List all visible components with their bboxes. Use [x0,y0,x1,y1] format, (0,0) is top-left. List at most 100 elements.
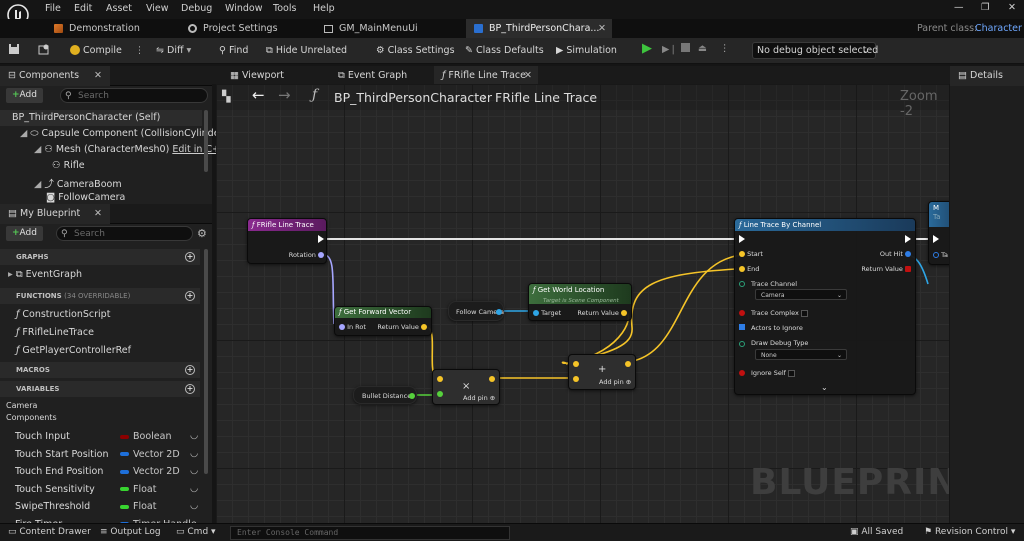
line-trace-node[interactable]: ƒ Line Trace By Channel Start Out Hit En… [734,218,916,395]
output-log-button[interactable]: ≡ Output Log [100,527,161,537]
add-in-a-pin[interactable] [573,360,579,368]
trace-channel-pin[interactable] [739,280,745,288]
tab-gm-mainmenu[interactable]: GM_MainMenuUi [318,19,464,38]
tab-bp-thirdperson[interactable]: BP_ThirdPersonChara... ✕ [466,19,612,38]
save-icon[interactable] [8,43,20,59]
add-node[interactable]: + Add pin ⊕ [568,354,636,390]
menu-asset[interactable]: Asset [106,3,132,14]
details-tab[interactable]: ▤ Details [950,66,1024,86]
step-icon[interactable]: ▶❘ [662,42,677,58]
variable-type[interactable]: Vector 2D [120,466,180,477]
variable-item[interactable]: Touch Start Position [15,449,109,460]
component-cameraboom[interactable]: ◢ ⤴ CameraBoom [34,176,122,190]
visibility-eye-icon[interactable]: ◡ [190,430,198,441]
visibility-eye-icon[interactable]: ◡ [190,465,198,476]
class-defaults-button[interactable]: ✎ Class Defaults [465,43,544,59]
add-pin-button[interactable]: Add pin ⊕ [599,378,631,386]
minimize-button[interactable]: — [954,2,964,13]
content-drawer-button[interactable]: ▭ Content Drawer [8,527,91,537]
return-value-pin[interactable]: Return Value [377,323,427,331]
variable-item[interactable]: Touch Input [15,431,70,442]
add-variable-icon[interactable]: + [185,384,195,394]
out-hit-pin[interactable]: Out Hit [880,250,911,258]
gear-icon[interactable]: ⚙ [197,227,207,240]
menu-help[interactable]: Help [313,3,335,14]
expand-advanced-icon[interactable]: ⌄ [821,383,828,392]
all-saved-button[interactable]: ▣ All Saved [850,527,903,537]
component-mesh[interactable]: ◢ ⚇ Mesh (CharacterMesh0) Edit in C++ [34,144,228,155]
simulation-button[interactable]: ▶ Simulation [556,43,617,59]
partial-node[interactable]: M Ta Ta [928,201,949,265]
entry-node[interactable]: ƒ FRifle Line Trace Rotation [247,218,327,264]
menu-file[interactable]: File [45,3,61,14]
eject-icon[interactable]: ⏏ [698,41,707,57]
class-settings-button[interactable]: ⚙ Class Settings [376,43,455,59]
actors-ignore-pin[interactable] [739,324,745,332]
in-rot-pin[interactable]: In Rot [339,323,366,331]
menu-edit[interactable]: Edit [74,3,92,14]
trace-complex-row[interactable]: Trace Complex [751,309,808,317]
exec-out-pin[interactable] [905,235,911,243]
my-blueprint-search-input[interactable]: ⚲ Search [56,226,193,241]
menu-debug[interactable]: Debug [181,3,212,14]
parent-class-link[interactable]: Character [975,19,1022,38]
hide-unrelated-button[interactable]: ⧉ Hide Unrelated [266,43,347,59]
my-blueprint-tab[interactable]: ▤ My Blueprint ✕ [0,204,110,224]
tab-project-settings[interactable]: Project Settings [180,19,316,38]
variable-item[interactable]: Touch Sensitivity [15,484,95,495]
play-options-icon[interactable]: ⋮ [720,41,730,57]
trace-complex-pin[interactable] [739,309,745,317]
browse-icon[interactable] [38,43,50,59]
cmd-button[interactable]: ▭ Cmd ▾ [176,527,216,537]
maximize-button[interactable]: ❐ [981,2,990,13]
tab-event-graph[interactable]: ⧉ Event Graph [330,66,440,86]
component-capsule[interactable]: ◢ ⬭ Capsule Component (CollisionCylinder… [20,128,227,139]
draw-debug-pin[interactable] [739,340,745,348]
tab-viewport[interactable]: ▦ Viewport [222,66,332,86]
play-icon[interactable]: ▶ [642,41,652,57]
rotation-pin[interactable]: Rotation [289,251,324,259]
category-components[interactable]: Components [6,413,57,422]
tab-frifle-line-trace[interactable]: ƒ FRifle Line Trace ✕ [434,66,538,86]
variable-type[interactable]: Vector 2D [120,449,180,460]
ignore-self-checkbox[interactable] [788,369,796,377]
get-forward-vector-node[interactable]: ƒ Get Forward Vector In Rot Return Value [334,306,432,336]
category-camera[interactable]: Camera [6,401,37,410]
follow-camera-node[interactable]: Follow Camera [448,301,504,321]
ignore-self-pin[interactable] [739,369,745,377]
add-member-button[interactable]: +Add [6,226,43,241]
visibility-eye-icon[interactable]: ◡ [190,448,198,459]
close-window-button[interactable]: ✕ [1008,2,1016,13]
menu-window[interactable]: Window [225,3,262,14]
components-scrollbar[interactable] [204,110,208,172]
target-pin[interactable]: Target [533,309,561,317]
ignore-self-row[interactable]: Ignore Self [751,369,796,377]
trace-return-pin[interactable]: Return Value [861,265,911,273]
visibility-eye-icon[interactable]: ◡ [190,483,198,494]
close-icon[interactable]: ✕ [94,204,102,224]
add-component-button[interactable]: +Add [6,88,43,103]
multiply-node[interactable]: × Add pin ⊕ [432,369,500,405]
start-pin[interactable]: Start [739,250,763,258]
close-icon[interactable]: ✕ [94,66,102,86]
graph-canvas[interactable]: ▚ ← → ƒ BP_ThirdPersonCharacter › FRifle… [216,84,949,523]
console-input[interactable]: Enter Console Command [230,526,510,540]
function-item[interactable]: ƒ ConstructionScript [16,309,110,320]
add-in-b-pin[interactable] [573,375,579,383]
variable-type[interactable]: Float [120,484,156,495]
variable-item[interactable]: Touch End Position [15,466,103,477]
world-return-pin[interactable]: Return Value [577,309,627,317]
revision-control-button[interactable]: ⚑ Revision Control ▾ [924,527,1015,537]
add-out-pin[interactable] [625,360,631,368]
component-followcamera[interactable]: ◙ FollowCamera [46,192,125,204]
multiply-in-b-pin[interactable] [437,390,443,398]
compile-button[interactable]: Compile ⋮ [70,43,144,59]
function-item[interactable]: ƒ GetPlayerControllerRef [16,345,131,356]
components-search-input[interactable]: ⚲ Search [60,88,208,103]
bullet-distance-pin[interactable] [409,392,415,400]
add-pin-button[interactable]: Add pin ⊕ [463,394,495,402]
my-blueprint-scrollbar[interactable] [204,249,208,474]
trace-complex-checkbox[interactable] [800,309,808,317]
diff-button[interactable]: ⇋ Diff ▾ [156,43,191,59]
follow-camera-pin[interactable] [496,308,502,316]
